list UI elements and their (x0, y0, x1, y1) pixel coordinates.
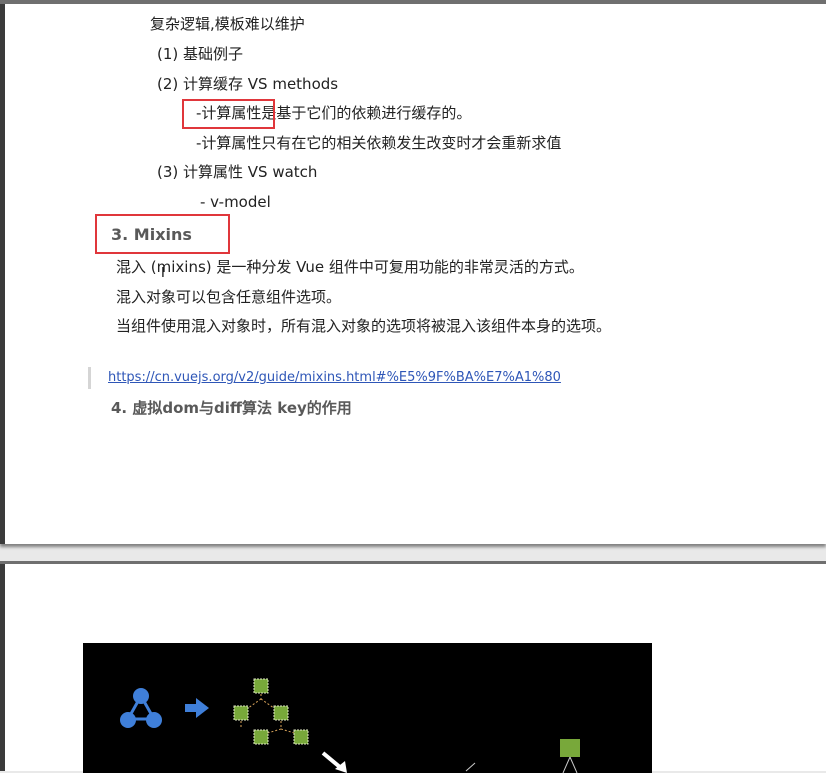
text-line-v-model: - v-model (200, 193, 271, 211)
white-arrow-icon (321, 751, 347, 773)
text-line-computed-vs-methods: (2) 计算缓存 VS methods (157, 75, 339, 93)
mixins-paragraph-line-2: 混入对象可以包含任意组件选项。 (116, 288, 342, 306)
text-line-computed-vs-watch: (3) 计算属性 VS watch (157, 163, 318, 181)
document-page-bottom (0, 561, 826, 773)
highlight-box-computed-property (182, 99, 275, 129)
dom-node-right (560, 739, 580, 773)
dom-node-group (233, 678, 309, 745)
page-left-edge (0, 4, 5, 544)
quote-bar (88, 367, 91, 389)
text-line-basic-example: (1) 基础例子 (157, 45, 244, 63)
virtual-dom-diagram (83, 643, 652, 773)
section-heading-virtual-dom: 4. 虚拟dom与diff算法 key的作用 (111, 399, 352, 417)
dom-tree-icon (240, 686, 302, 736)
highlight-box-mixins (95, 214, 230, 254)
page-left-edge-bottom (0, 564, 5, 771)
mixins-paragraph-line-1: 混入 (mixins) 是一种分发 Vue 组件中可复用功能的非常灵活的方式。 (116, 258, 584, 276)
component-tree-icon (120, 688, 162, 728)
text-line-computed-reevaluate: -计算属性只有在它的相关依赖发生改变时才会重新求值 (196, 134, 562, 152)
document-page-top: 复杂逻辑,模板难以维护 (1) 基础例子 (2) 计算缓存 VS methods… (0, 0, 826, 544)
virtual-dom-diagram-svg (120, 678, 580, 773)
mixins-docs-link[interactable]: https://cn.vuejs.org/v2/guide/mixins.htm… (108, 370, 561, 385)
connector-line (465, 762, 476, 772)
text-line-complex-logic: 复杂逻辑,模板难以维护 (150, 15, 305, 33)
arrow-right-icon (185, 698, 209, 718)
text-cursor-icon: I (161, 266, 165, 281)
mixins-paragraph-line-3: 当组件使用混入对象时，所有混入对象的选项将被混入该组件本身的选项。 (116, 317, 612, 335)
